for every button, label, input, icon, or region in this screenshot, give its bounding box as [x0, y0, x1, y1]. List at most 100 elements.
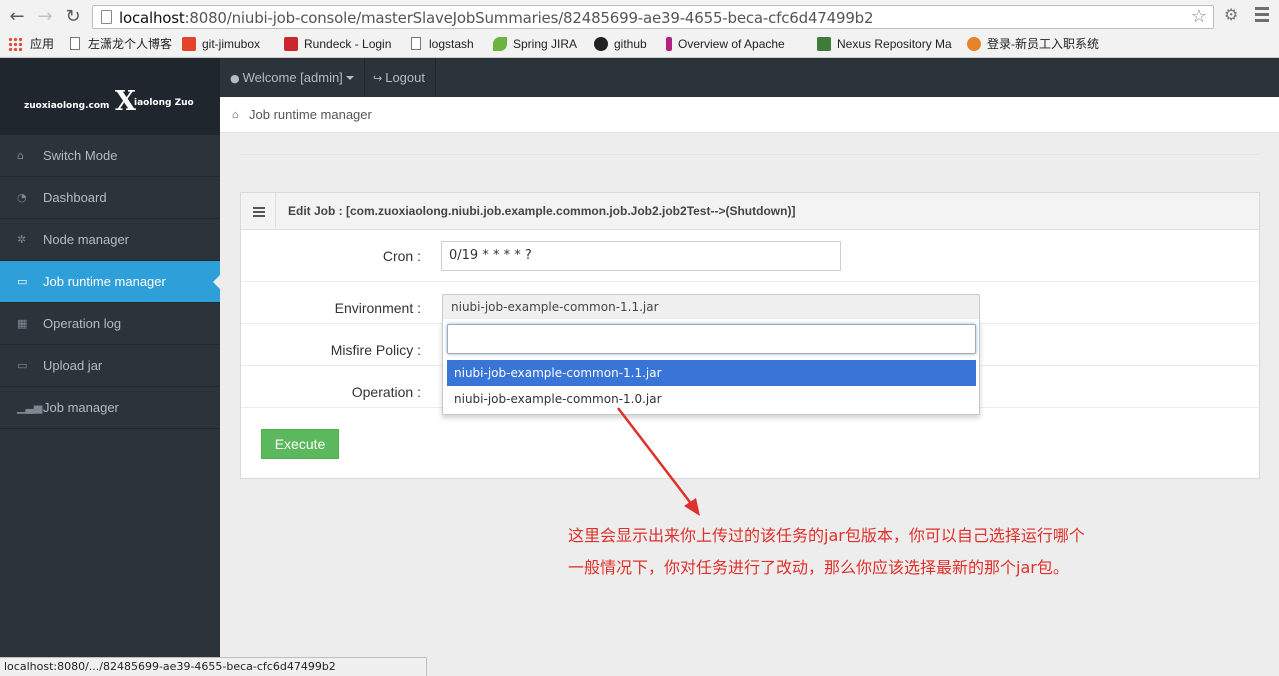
sidebar: zuoxiaolong.com X iaolong Zuo ⌂ Switch Mo… [0, 58, 220, 676]
status-bar: localhost:8080/.../82485699-ae39-4655-be… [0, 657, 427, 676]
bookmark-label: 应用 [30, 37, 55, 51]
panel-title: Edit Job : [com.zuoxiaolong.niubi.job.ex… [288, 204, 796, 218]
onboarding-icon [967, 37, 981, 51]
sidebar-menu: ⌂ Switch Mode ◔ Dashboard ✲ Node manager ▭ J… [0, 135, 220, 429]
panel-header: Edit Job : [com.zuoxiaolong.niubi.job.ex… [241, 193, 1259, 230]
top-navbar: ● Welcome [admin] ↪ Logout [220, 58, 1279, 97]
bookmark-apache[interactable]: Overview of Apache [666, 35, 802, 53]
bookmark-gitlab[interactable]: git-jimubox [182, 35, 260, 53]
sidebar-item-node-manager[interactable]: ✲ Node manager [0, 219, 220, 261]
breadcrumb-current: Job runtime manager [249, 107, 372, 122]
inbox-icon: ▭ [17, 275, 28, 288]
github-icon [594, 37, 608, 51]
rundeck-icon [284, 37, 298, 51]
cron-input[interactable]: 0/19 * * * * ? [441, 241, 841, 271]
reload-icon[interactable]: ↻ [62, 6, 84, 28]
brand-logo-text: iaolong Zuo [134, 98, 194, 108]
bookmark-spring-jira[interactable]: Spring JIRA [493, 35, 577, 53]
back-arrow-icon[interactable]: ← [6, 6, 28, 28]
url-host: localhost [119, 9, 185, 27]
bookmark-label: Nexus Repository Ma [837, 37, 952, 51]
bookmark-label: logstash [429, 37, 474, 51]
sidebar-item-label: Switch Mode [43, 148, 118, 163]
brand-site: zuoxiaolong.com [24, 101, 110, 111]
bookmark-label: Spring JIRA [513, 37, 578, 51]
bookmark-onboarding[interactable]: 登录-新员工入职系统 [967, 35, 1099, 53]
home-icon[interactable]: ⌂ [232, 108, 239, 121]
url-path: :8080/niubi-job-console/masterSlaveJobSu… [184, 9, 874, 27]
environment-dropdown: niubi-job-example-common-1.1.jar niubi-j… [442, 319, 980, 415]
bookmark-nexus[interactable]: Nexus Repository Ma [817, 35, 955, 53]
welcome-text: Welcome [admin] [242, 70, 343, 85]
bookmark-label: 登录-新员工入职系统 [987, 37, 1099, 51]
extension-icon[interactable]: ⚙ [1224, 5, 1246, 27]
bookmark-apps[interactable]: 应用 [8, 35, 54, 53]
annotation-text: 这里会显示出来你上传过的该任务的jar包版本，你可以自己选择运行哪个 一般情况下… [568, 520, 1085, 584]
forward-arrow-icon[interactable]: → [34, 6, 56, 28]
spring-leaf-icon [493, 37, 507, 51]
environment-select[interactable]: niubi-job-example-common-1.1.jar [442, 294, 980, 320]
bookmark-logstash[interactable]: logstash [411, 35, 474, 53]
sidebar-item-operation-log[interactable]: ▦ Operation log [0, 303, 220, 345]
url-text[interactable]: localhost:8080/niubi-job-console/masterS… [119, 9, 874, 27]
bookmark-label: github [614, 37, 647, 51]
annotation-line: 一般情况下，你对任务进行了改动，那么你应该选择最新的那个jar包。 [568, 558, 1069, 577]
signal-bars-icon: ▁▃▅ [17, 401, 43, 414]
page-icon [101, 10, 112, 24]
home-icon: ⌂ [17, 149, 24, 162]
sidebar-item-job-manager[interactable]: ▁▃▅ Job manager [0, 387, 220, 429]
browser-menu-icon[interactable] [1255, 7, 1269, 23]
execute-button[interactable]: Execute [261, 429, 339, 459]
share-arrow-icon: ↪ [373, 72, 383, 85]
gear-icon: ✲ [17, 233, 27, 246]
gitlab-icon [182, 37, 196, 51]
environment-option[interactable]: niubi-job-example-common-1.1.jar [447, 360, 976, 386]
bookmark-label: 左潇龙个人博客 [88, 37, 173, 51]
annotation-line: 这里会显示出来你上传过的该任务的jar包版本，你可以自己选择运行哪个 [568, 526, 1085, 545]
bookmark-label: Rundeck - Login [304, 37, 392, 51]
page-icon [70, 37, 80, 50]
bookmark-github[interactable]: github [594, 35, 647, 53]
list-icon[interactable] [241, 193, 276, 229]
sidebar-item-label: Dashboard [43, 190, 107, 205]
environment-option[interactable]: niubi-job-example-common-1.0.jar [447, 386, 976, 412]
bookmark-rundeck[interactable]: Rundeck - Login [284, 35, 391, 53]
sidebar-item-label: Upload jar [43, 358, 103, 373]
apps-grid-icon [8, 37, 22, 51]
environment-search-input[interactable] [447, 324, 976, 354]
misfire-label: Misfire Policy : [330, 342, 421, 358]
welcome-dropdown[interactable]: ● Welcome [admin] [220, 58, 365, 97]
page-icon [411, 37, 421, 50]
sidebar-item-label: Job manager [43, 400, 119, 415]
sidebar-item-switch-mode[interactable]: ⌂ Switch Mode [0, 135, 220, 177]
logout-link[interactable]: ↪ Logout [363, 58, 436, 97]
user-icon: ● [230, 72, 240, 85]
bookmark-blog[interactable]: 左潇龙个人博客 [70, 35, 172, 53]
dashboard-icon: ◔ [17, 191, 27, 204]
nexus-icon [817, 37, 831, 51]
grid-icon: ▦ [17, 317, 28, 330]
brand-area[interactable]: zuoxiaolong.com X iaolong Zuo [0, 58, 220, 135]
bookmark-star-icon[interactable]: ☆ [1191, 6, 1207, 27]
sidebar-item-label: Operation log [43, 316, 122, 331]
sidebar-item-label: Job runtime manager [43, 274, 166, 289]
sidebar-item-label: Node manager [43, 232, 129, 247]
brand-logo: X [115, 86, 136, 117]
divider [240, 154, 1260, 155]
operation-label: Operation : [351, 384, 421, 400]
browser-toolbar: ← → ↻ localhost:8080/niubi-job-console/m… [0, 0, 1279, 58]
apache-feather-icon [666, 37, 672, 51]
cron-label: Cron : [382, 248, 421, 264]
environment-label: Environment : [334, 300, 421, 316]
edit-job-panel: Edit Job : [com.zuoxiaolong.niubi.job.ex… [240, 192, 1260, 479]
sidebar-item-dashboard[interactable]: ◔ Dashboard [0, 177, 220, 219]
logout-text: Logout [385, 70, 425, 85]
address-bar[interactable]: localhost:8080/niubi-job-console/masterS… [92, 5, 1214, 29]
bookmark-label: Overview of Apache [678, 37, 785, 51]
bookmarks-bar: 应用 左潇龙个人博客 git-jimubox Rundeck - Login l… [0, 33, 1279, 55]
caret-down-icon [345, 76, 354, 80]
sidebar-item-upload-jar[interactable]: ▭ Upload jar [0, 345, 220, 387]
sidebar-item-job-runtime-manager[interactable]: ▭ Job runtime manager [0, 261, 220, 303]
annotation-arrow [617, 407, 700, 516]
bookmark-label: git-jimubox [202, 37, 261, 51]
